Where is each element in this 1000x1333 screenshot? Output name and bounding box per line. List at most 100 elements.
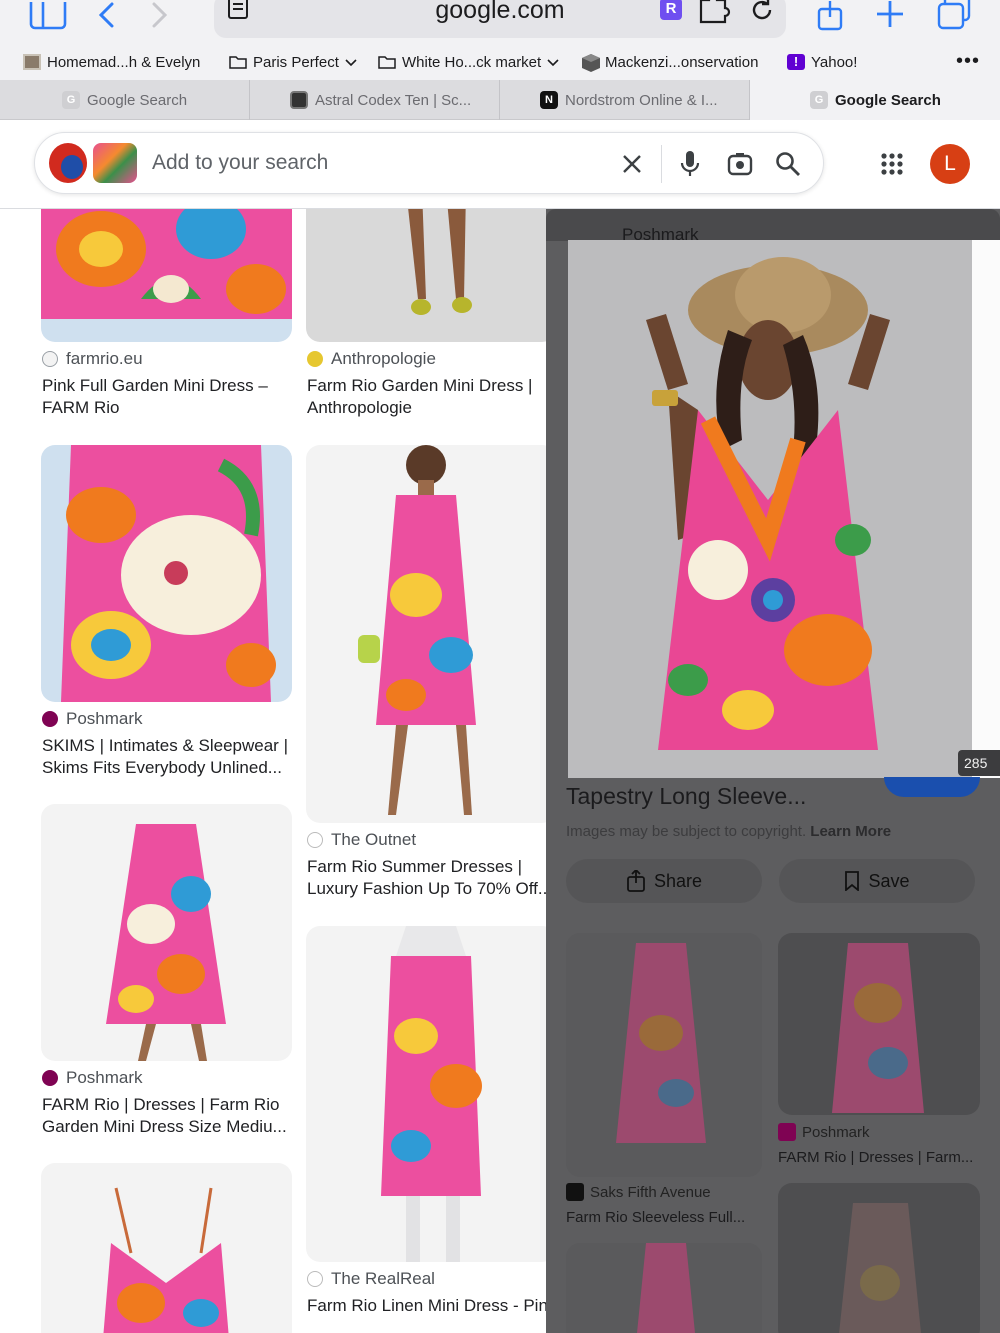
- microphone-icon[interactable]: [675, 149, 705, 179]
- source-label: Poshmark: [802, 1123, 870, 1141]
- bookmark-folder-white-house[interactable]: White Ho...ck market: [378, 52, 559, 72]
- result-image[interactable]: [306, 445, 546, 823]
- bookmark-homemade[interactable]: Homemad...h & Evelyn: [23, 52, 200, 72]
- result-title[interactable]: Farm Rio Garden Mini Dress | Anthropolog…: [307, 375, 546, 419]
- tab-google-search-1[interactable]: G Google Search: [0, 80, 250, 120]
- bookmark-mackenzie[interactable]: Mackenzi...onservation: [581, 52, 758, 72]
- related-source[interactable]: Saks Fifth Avenue: [566, 1183, 711, 1201]
- search-image-thumbnail[interactable]: [93, 143, 137, 183]
- save-button[interactable]: Save: [779, 859, 975, 903]
- poshmark-favicon-icon: [42, 1070, 58, 1086]
- image-preview-panel: Poshmark 285 Tapestry Long Sleeve... Ima…: [546, 209, 1000, 1333]
- result-title[interactable]: SKIMS | Intimates & Sleepwear | Skims Fi…: [42, 735, 292, 779]
- result-title[interactable]: FARM Rio | Dresses | Farm Rio Garden Min…: [42, 1094, 292, 1138]
- tab-astral-codex[interactable]: Astral Codex Ten | Sc...: [250, 80, 500, 120]
- bookmark-yahoo[interactable]: ! Yahoo!: [787, 52, 857, 72]
- yahoo-icon: !: [787, 54, 805, 70]
- reload-icon[interactable]: [748, 0, 776, 29]
- bookmark-label: Yahoo!: [811, 53, 858, 71]
- cube-icon: [581, 54, 600, 72]
- result-image[interactable]: [41, 445, 292, 702]
- source-label: Poshmark: [66, 709, 143, 728]
- tab-nordstrom[interactable]: N Nordstrom Online & I...: [500, 80, 750, 120]
- bookmark-folder-paris[interactable]: Paris Perfect: [229, 52, 357, 72]
- result-source[interactable]: Poshmark: [42, 1068, 143, 1088]
- result-source[interactable]: farmrio.eu: [42, 349, 143, 369]
- result-image[interactable]: [41, 1163, 292, 1333]
- therealreal-favicon-icon: [307, 1271, 323, 1287]
- more-bookmarks-icon[interactable]: •••: [956, 50, 980, 73]
- new-tab-icon[interactable]: [874, 0, 906, 32]
- outnet-favicon-icon: [307, 832, 323, 848]
- tab-google-search-active[interactable]: G Google Search: [750, 80, 1000, 120]
- bookmark-label: Homemad...h & Evelyn: [47, 53, 201, 71]
- related-title[interactable]: Farm Rio Sleeveless Full...: [566, 1209, 745, 1226]
- anthropologie-favicon-icon: [307, 351, 323, 367]
- bookmark-label: Paris Perfect: [253, 53, 339, 71]
- share-button[interactable]: Share: [566, 859, 762, 903]
- google-apps-icon[interactable]: [880, 152, 904, 181]
- extensions-icon[interactable]: [698, 0, 732, 29]
- tab-overview-icon[interactable]: [934, 0, 974, 32]
- related-image[interactable]: [778, 933, 980, 1115]
- account-avatar[interactable]: L: [930, 144, 970, 184]
- visit-button[interactable]: [884, 777, 980, 797]
- bookmark-favicon-icon: [23, 54, 41, 70]
- result-source[interactable]: The RealReal: [307, 1269, 435, 1289]
- google-favicon-icon: G: [810, 91, 828, 109]
- extension-r-icon[interactable]: R: [660, 0, 682, 20]
- result-source[interactable]: Anthropologie: [307, 349, 436, 369]
- result-title[interactable]: Pink Full Garden Mini Dress – FARM Rio: [42, 375, 292, 419]
- result-title[interactable]: Farm Rio Summer Dresses | Luxury Fashion…: [307, 856, 546, 900]
- panel-title[interactable]: Tapestry Long Sleeve...: [566, 783, 806, 810]
- related-image[interactable]: [778, 1183, 980, 1333]
- source-label: Saks Fifth Avenue: [590, 1183, 711, 1201]
- source-label: farmrio.eu: [66, 349, 143, 368]
- related-title[interactable]: FARM Rio | Dresses | Farm...: [778, 1149, 973, 1166]
- bookmarks-bar: Homemad...h & Evelyn Paris Perfect White…: [0, 42, 1000, 80]
- search-box[interactable]: Add to your search: [34, 132, 824, 194]
- search-icon[interactable]: [773, 149, 803, 179]
- google-header: Add to your search L: [0, 121, 1000, 209]
- image-size-label: 285 ×: [958, 750, 1000, 797]
- result-source[interactable]: Poshmark: [42, 709, 143, 729]
- camera-lens-icon[interactable]: [725, 149, 755, 179]
- preview-image-margin: [972, 240, 1000, 778]
- divider: [661, 145, 662, 183]
- forward-icon[interactable]: [146, 0, 174, 32]
- bookmark-icon: [845, 871, 860, 891]
- copyright-notice: Images may be subject to copyright. Lear…: [566, 823, 891, 840]
- tab-bar: G Google Search Astral Codex Ten | Sc...…: [0, 80, 1000, 120]
- nordstrom-favicon-icon: N: [540, 91, 558, 109]
- address-bar[interactable]: google.com R: [214, 0, 786, 38]
- result-source[interactable]: The Outnet: [307, 830, 416, 850]
- result-image[interactable]: [306, 926, 546, 1262]
- result-image[interactable]: [41, 804, 292, 1061]
- related-source[interactable]: Poshmark: [778, 1123, 870, 1141]
- related-image[interactable]: [566, 933, 762, 1177]
- result-image[interactable]: [306, 209, 546, 342]
- bookmark-label: Mackenzi...onservation: [605, 53, 759, 71]
- image-results-grid: farmrio.eu Pink Full Garden Mini Dress –…: [0, 209, 546, 1333]
- browser-toolbar: google.com R: [0, 0, 1000, 42]
- search-input[interactable]: Add to your search: [152, 151, 328, 175]
- learn-more-link[interactable]: Learn More: [810, 823, 891, 840]
- poshmark-favicon-icon: [42, 711, 58, 727]
- folder-icon: [378, 54, 396, 70]
- share-icon[interactable]: [814, 0, 846, 32]
- copyright-text: Images may be subject to copyright.: [566, 823, 807, 840]
- astral-favicon-icon: [290, 91, 308, 109]
- related-image[interactable]: [566, 1243, 762, 1333]
- saks-favicon-icon: [566, 1183, 584, 1201]
- google-lens-logo-icon[interactable]: [49, 143, 87, 183]
- result-title[interactable]: Farm Rio Linen Mini Dress - Pink Dresses…: [307, 1295, 546, 1317]
- panel-header: Poshmark: [546, 209, 1000, 244]
- back-icon[interactable]: [92, 0, 120, 32]
- sidebar-icon[interactable]: [28, 0, 68, 32]
- clear-icon[interactable]: [617, 149, 647, 179]
- share-label: Share: [653, 870, 703, 891]
- tab-label: Nordstrom Online & I...: [565, 91, 718, 109]
- result-image[interactable]: [41, 209, 292, 342]
- tab-label: Google Search: [87, 91, 188, 109]
- preview-image[interactable]: [568, 240, 972, 778]
